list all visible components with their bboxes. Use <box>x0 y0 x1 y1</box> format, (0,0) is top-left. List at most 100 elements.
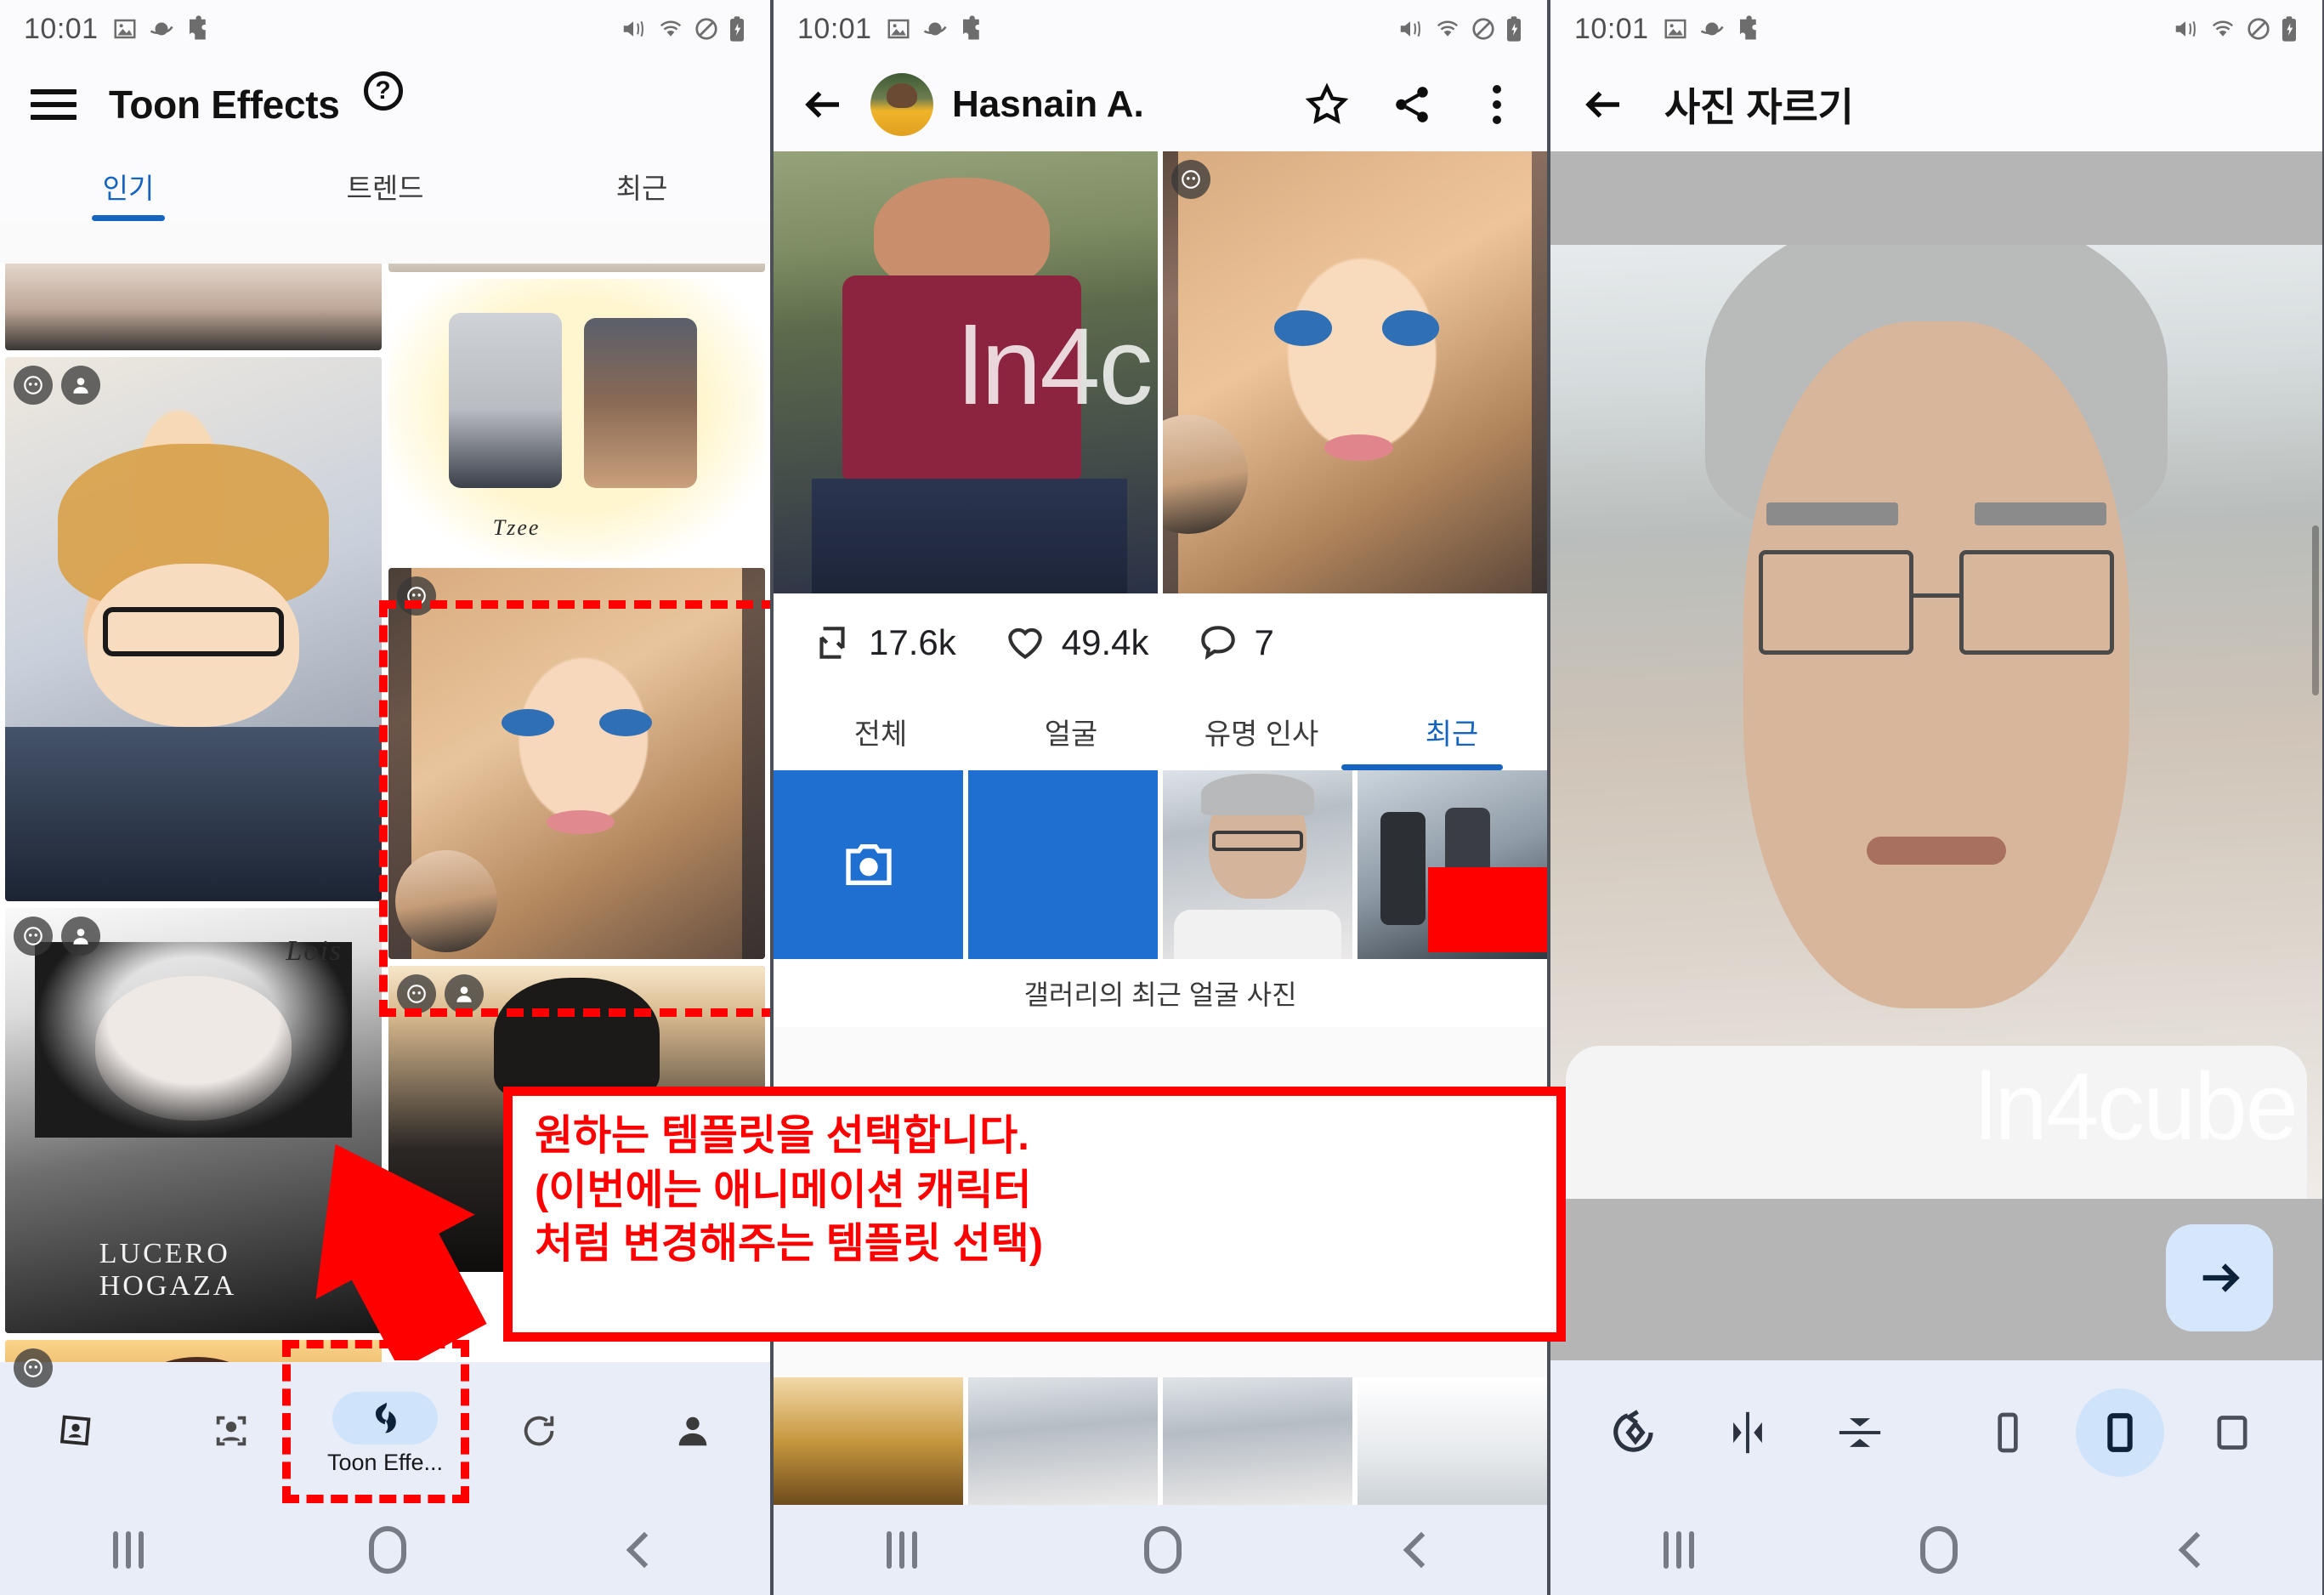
flip-horizontal-button[interactable] <box>1692 1385 1804 1480</box>
tab-face[interactable]: 얼굴 <box>976 692 1166 770</box>
next-button[interactable] <box>2166 1224 2273 1331</box>
card-couple-illustration[interactable]: Tzee <box>388 279 765 561</box>
gallery-man-glasses-photo[interactable] <box>1163 770 1352 959</box>
favorite-button[interactable] <box>1299 77 1355 133</box>
author-name: Hasnain A. <box>952 83 1144 125</box>
back-button[interactable] <box>2178 1531 2215 1569</box>
back-button[interactable] <box>1403 1531 1439 1569</box>
page-title: 사진 자르기 <box>1664 85 1854 129</box>
tab-popular[interactable]: 인기 <box>0 151 257 221</box>
crop-image[interactable]: ln4cube <box>1550 245 2322 1199</box>
avatar[interactable] <box>870 73 933 136</box>
recents-button[interactable] <box>112 1531 144 1569</box>
status-bar: 10:01 <box>774 0 1547 58</box>
saturn-icon <box>150 22 173 36</box>
person-icon <box>61 366 100 405</box>
gallery-blue-tile[interactable] <box>968 770 1158 959</box>
recents-button[interactable] <box>1664 1531 1694 1569</box>
refresh-icon <box>524 1416 554 1446</box>
card-top-crop[interactable] <box>388 264 765 272</box>
status-time: 10:01 <box>24 12 99 45</box>
battery-charging-icon <box>2282 16 2296 42</box>
callout-line-3: 처럼 변경해주는 템플릿 선택) <box>535 1221 1044 1268</box>
tab-recent[interactable]: 최근 <box>513 151 770 221</box>
help-button[interactable]: ? <box>355 63 411 119</box>
card-badges <box>14 1348 53 1388</box>
rotate-button[interactable] <box>1579 1385 1692 1480</box>
share-button[interactable] <box>1384 77 1440 133</box>
puzzle-icon <box>1739 15 1756 40</box>
scrollbar-thumb[interactable] <box>2312 525 2319 695</box>
saturn-icon <box>1700 22 1724 36</box>
back-button[interactable] <box>1576 77 1632 133</box>
tool-highlight <box>1964 1388 2052 1477</box>
do-not-disturb-icon <box>1472 18 1494 40</box>
back-button[interactable] <box>796 77 852 133</box>
preview-toon-result[interactable] <box>1163 151 1547 593</box>
card-legs-crop[interactable] <box>5 264 382 350</box>
source-tabs: 전체 얼굴 유명 인사 최근 <box>774 692 1547 770</box>
source-face-thumbnail <box>395 850 497 952</box>
tab-recent[interactable]: 최근 <box>1357 692 1547 770</box>
nav-pill <box>25 1405 130 1457</box>
rect-portrait-icon <box>2107 1413 2133 1452</box>
tab-indicator <box>1341 764 1503 770</box>
crop-toolbar <box>1550 1360 2322 1505</box>
category-tabs: 인기 트렌드 최근 <box>0 151 770 221</box>
star-icon <box>1305 82 1349 124</box>
tab-celebrity[interactable]: 유명 인사 <box>1166 692 1357 770</box>
stat-value: 17.6k <box>869 622 956 662</box>
arrow-left-icon <box>1585 91 1619 118</box>
tab-trending[interactable]: 트렌드 <box>257 151 513 221</box>
callout-line-2: (이번에는 애니메이션 캐릭터 <box>535 1166 1032 1213</box>
overflow-menu-button[interactable] <box>1469 77 1525 133</box>
nav-item-refresh[interactable] <box>462 1405 616 1462</box>
engagement-stats: 17.6k 49.4k 7 <box>774 593 1547 692</box>
lower-tile[interactable] <box>774 1377 963 1505</box>
do-not-disturb-icon <box>2247 18 2270 40</box>
home-button[interactable] <box>1143 1526 1182 1574</box>
tab-all[interactable]: 전체 <box>785 692 976 770</box>
home-button[interactable] <box>1920 1526 1958 1574</box>
nav-item-toon-effects[interactable]: Toon Effe... <box>308 1391 462 1476</box>
crop-stage[interactable]: ln4cube <box>1550 151 2322 1360</box>
nav-item-face-scan[interactable] <box>154 1405 308 1462</box>
card-caption-lois: Lois <box>286 935 343 967</box>
detail-actions <box>1299 77 1525 133</box>
arrow-left-icon <box>805 91 839 118</box>
aspect-portrait-button[interactable] <box>2064 1385 2176 1480</box>
puzzle-icon <box>189 15 206 40</box>
tool-highlight <box>1591 1388 1680 1477</box>
more-vertical-icon <box>1493 85 1501 124</box>
flip-vertical-button[interactable] <box>1804 1385 1916 1480</box>
stat-likes[interactable]: 49.4k <box>1004 622 1149 664</box>
home-button[interactable] <box>368 1526 406 1574</box>
status-time: 10:01 <box>797 12 872 45</box>
card-pop-art-portrait[interactable] <box>5 357 382 901</box>
stat-comments[interactable]: 7 <box>1197 622 1274 664</box>
preview-original-photo[interactable]: ln4cube <box>774 151 1158 593</box>
menu-button[interactable] <box>26 77 82 133</box>
nav-item-profile[interactable] <box>616 1405 770 1462</box>
lower-tile[interactable] <box>1358 1377 1547 1505</box>
app-bar: Toon Effects ? <box>0 58 770 151</box>
detail-app-bar: Hasnain A. <box>774 58 1547 151</box>
recents-button[interactable] <box>887 1531 918 1569</box>
gallery-camera-tile[interactable] <box>774 770 963 959</box>
aspect-tall-button[interactable] <box>1952 1385 2064 1480</box>
status-right-icons <box>2171 15 2298 43</box>
stat-reposts[interactable]: 17.6k <box>811 622 956 664</box>
face-scan-icon <box>216 1416 247 1446</box>
card-toon-girl-template[interactable] <box>388 568 765 959</box>
battery-charging-icon <box>1507 16 1521 42</box>
image-icon <box>1664 19 1686 39</box>
photo-frame-icon <box>60 1415 91 1446</box>
lower-tile[interactable] <box>968 1377 1158 1505</box>
crop-transform-tools <box>1550 1385 1916 1480</box>
hamburger-icon <box>31 82 77 128</box>
lower-tile[interactable] <box>1163 1377 1352 1505</box>
nav-item-frames[interactable] <box>0 1405 154 1462</box>
back-button[interactable] <box>626 1531 663 1569</box>
aspect-square-button[interactable] <box>2176 1385 2288 1480</box>
wifi-icon <box>1437 20 1459 37</box>
